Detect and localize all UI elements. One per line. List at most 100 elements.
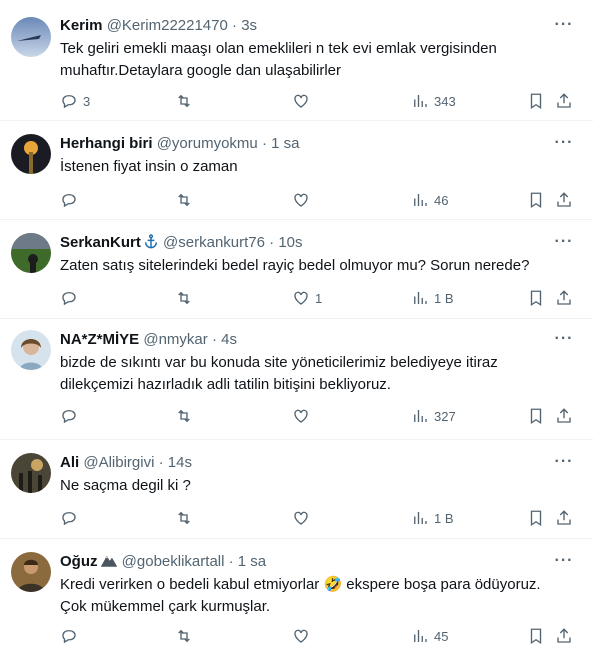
share-button[interactable] — [555, 90, 573, 112]
tweet-text-line: Tek geliri emekli maaşı olan emeklileri … — [60, 40, 497, 57]
reply-icon — [62, 194, 76, 208]
bookmark-button[interactable] — [527, 405, 545, 427]
tweet-header: Kerim @Kerim22221470 · 3s — [60, 16, 553, 36]
retweet-button[interactable] — [175, 189, 198, 211]
share-button[interactable] — [555, 507, 573, 529]
display-name[interactable]: Kerim — [60, 17, 103, 34]
avatar[interactable] — [11, 17, 51, 57]
bookmark-button[interactable] — [527, 287, 545, 309]
share-button[interactable] — [555, 189, 573, 211]
bookmark-icon — [530, 628, 542, 645]
like-button[interactable] — [292, 625, 315, 647]
tweet-text: Tek geliri emekli maaşı olan emeklileri … — [60, 38, 579, 82]
bookmark-icon — [530, 290, 542, 307]
views-icon — [414, 410, 427, 422]
share-icon — [557, 628, 571, 643]
display-name[interactable]: SerkanKurt — [60, 234, 141, 251]
more-options-icon[interactable]: ··· — [553, 16, 575, 36]
share-icon — [557, 510, 571, 525]
reply-button[interactable]: 3 — [60, 90, 90, 112]
more-options-icon[interactable]: ··· — [553, 330, 575, 350]
tweet[interactable]: Herhangi biri @yorumyokmu · 1 sa ··· İst… — [0, 121, 593, 220]
user-handle[interactable]: @Kerim22221470 — [107, 17, 228, 34]
retweet-button[interactable] — [175, 90, 198, 112]
tweet[interactable]: NA*Z*MİYE @nmykar · 4s ··· bizde de sıkı… — [0, 319, 593, 440]
heart-icon — [294, 94, 308, 108]
user-handle[interactable]: @serkankurt76 — [163, 234, 265, 251]
timestamp[interactable]: 14s — [168, 454, 192, 471]
tweet-text-line: Zaten satış sitelerindeki bedel rayiç be… — [60, 257, 530, 274]
action-bar: 1 1 B — [55, 287, 581, 309]
avatar[interactable] — [11, 453, 51, 493]
views-icon — [414, 292, 427, 304]
retweet-icon — [178, 193, 190, 207]
tweet-header: Oğuz @gobeklikartall · 1 sa — [60, 552, 553, 572]
user-handle[interactable]: @yorumyokmu — [157, 135, 258, 152]
reply-icon — [62, 410, 76, 424]
like-button[interactable] — [292, 90, 315, 112]
tweet[interactable]: Ali @Alibirgivi · 14s ··· Ne saçma degil… — [0, 440, 593, 539]
retweet-icon — [178, 409, 190, 423]
user-handle[interactable]: @Alibirgivi — [83, 454, 154, 471]
reply-button[interactable] — [60, 287, 83, 309]
share-button[interactable] — [555, 405, 573, 427]
timestamp[interactable]: 3s — [241, 17, 257, 34]
views-button[interactable]: 327 — [411, 405, 456, 427]
separator-dot: · — [261, 135, 267, 152]
reply-button[interactable] — [60, 625, 83, 647]
views-button[interactable]: 45 — [411, 625, 448, 647]
avatar[interactable] — [11, 330, 51, 370]
mountain-icon — [100, 555, 117, 567]
share-button[interactable] — [555, 287, 573, 309]
more-options-icon[interactable]: ··· — [553, 552, 575, 572]
heart-icon — [294, 291, 308, 305]
bookmark-button[interactable] — [527, 90, 545, 112]
more-options-icon[interactable]: ··· — [553, 134, 575, 154]
views-button[interactable]: 1 B — [411, 507, 454, 529]
like-button[interactable] — [292, 507, 315, 529]
like-button[interactable] — [292, 405, 315, 427]
share-icon — [557, 290, 571, 305]
reply-icon — [62, 630, 76, 644]
tweet[interactable]: Kerim @Kerim22221470 · 3s ··· Tek geliri… — [0, 0, 593, 121]
bookmark-button[interactable] — [527, 189, 545, 211]
timestamp[interactable]: 4s — [221, 331, 237, 348]
views-icon — [414, 95, 427, 107]
timestamp[interactable]: 1 sa — [238, 553, 266, 570]
views-button[interactable]: 343 — [411, 90, 456, 112]
tweet[interactable]: Oğuz @gobeklikartall · 1 sa ··· Kredi ve… — [0, 539, 593, 655]
like-button[interactable] — [292, 189, 315, 211]
reply-button[interactable] — [60, 189, 83, 211]
display-name[interactable]: Herhangi biri — [60, 135, 153, 152]
bookmark-button[interactable] — [527, 507, 545, 529]
reply-button[interactable] — [60, 405, 83, 427]
tweet[interactable]: SerkanKurt @serkankurt76 · 10s ··· Zaten… — [0, 220, 593, 319]
timestamp[interactable]: 1 sa — [271, 135, 299, 152]
retweet-icon — [178, 94, 190, 108]
reply-count: 3 — [83, 93, 91, 109]
avatar[interactable] — [11, 233, 51, 273]
share-button[interactable] — [555, 625, 573, 647]
retweet-button[interactable] — [175, 625, 198, 647]
retweet-button[interactable] — [175, 287, 198, 309]
user-handle[interactable]: @gobeklikartall — [122, 553, 225, 570]
avatar[interactable] — [11, 134, 51, 174]
tweet-text: Ne saçma degil ki ? — [60, 475, 579, 497]
timestamp[interactable]: 10s — [278, 234, 302, 251]
like-button[interactable]: 1 — [292, 287, 322, 309]
retweet-button[interactable] — [175, 405, 198, 427]
user-handle[interactable]: @nmykar — [143, 331, 207, 348]
display-name[interactable]: Oğuz — [60, 553, 98, 570]
retweet-button[interactable] — [175, 507, 198, 529]
bookmark-button[interactable] — [527, 625, 545, 647]
action-bar: 327 — [55, 405, 581, 427]
views-button[interactable]: 1 B — [411, 287, 454, 309]
display-name[interactable]: Ali — [60, 454, 79, 471]
avatar[interactable] — [11, 552, 51, 592]
bookmark-icon — [530, 510, 542, 527]
more-options-icon[interactable]: ··· — [553, 233, 575, 253]
display-name[interactable]: NA*Z*MİYE — [60, 331, 139, 348]
views-button[interactable]: 46 — [411, 189, 448, 211]
more-options-icon[interactable]: ··· — [553, 453, 575, 473]
reply-button[interactable] — [60, 507, 83, 529]
